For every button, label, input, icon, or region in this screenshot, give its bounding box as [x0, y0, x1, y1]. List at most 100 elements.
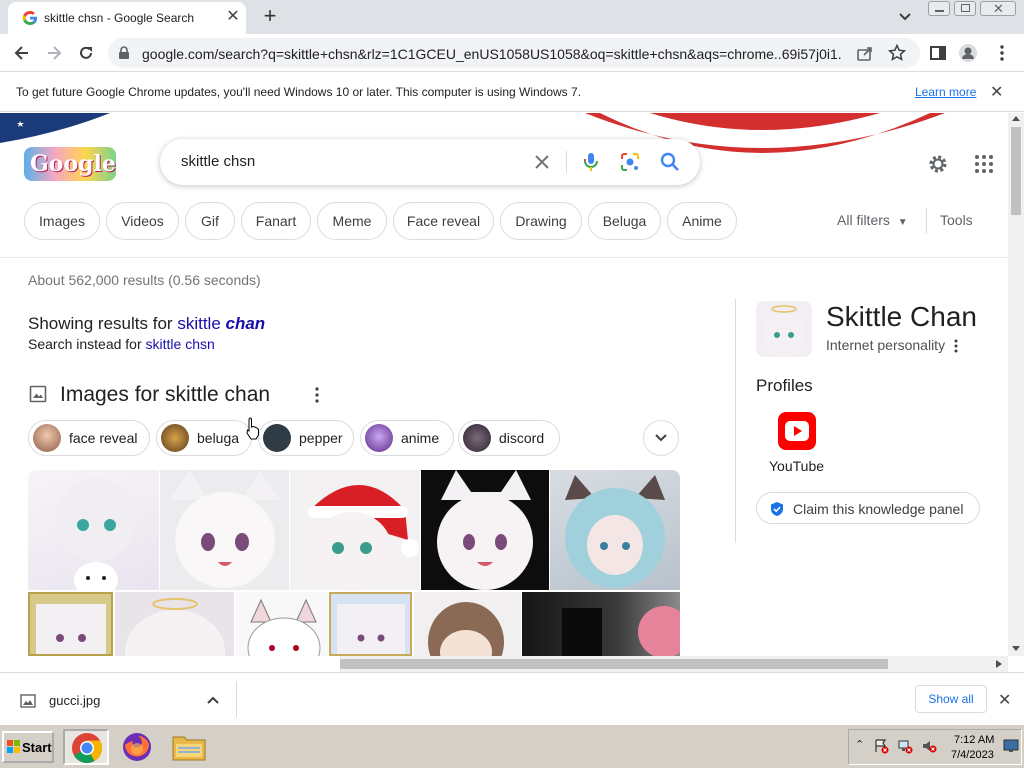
taskbar-firefox-button[interactable] — [116, 729, 162, 765]
search-instead-link[interactable]: skittle chsn — [146, 336, 215, 352]
bookmark-star-icon[interactable] — [888, 44, 906, 62]
pill-label: discord — [499, 430, 545, 446]
corrected-query-word2[interactable]: chan — [226, 314, 266, 333]
download-file-name[interactable]: gucci.jpg — [49, 693, 100, 708]
chrome-menu-icon[interactable] — [992, 43, 1012, 63]
search-query-text[interactable]: skittle chsn — [181, 153, 255, 170]
chip-videos[interactable]: Videos — [106, 202, 179, 240]
image-thumbnail[interactable] — [421, 470, 549, 590]
horizontal-scroll-thumb[interactable] — [340, 659, 888, 669]
voice-search-mic-icon[interactable] — [580, 151, 602, 173]
tab-search-chevron-icon[interactable] — [896, 8, 914, 26]
pill-label: pepper — [299, 430, 343, 446]
google-apps-grid-icon[interactable] — [974, 154, 994, 174]
clock-time[interactable]: 7:12 AM — [954, 734, 994, 746]
side-panel-icon[interactable] — [928, 43, 948, 63]
youtube-profile-link[interactable]: YouTube — [769, 458, 824, 474]
share-icon[interactable] — [856, 45, 874, 63]
minimize-button[interactable] — [928, 1, 950, 16]
new-tab-button[interactable]: + — [258, 5, 282, 29]
taskbar-explorer-button[interactable] — [168, 729, 214, 765]
chip-anime[interactable]: Anime — [667, 202, 737, 240]
learn-more-link[interactable]: Learn more — [915, 85, 976, 99]
volume-muted-icon[interactable] — [921, 738, 937, 754]
back-arrow-icon[interactable] — [12, 43, 32, 63]
image-thumbnail[interactable] — [550, 470, 680, 590]
vertical-scroll-thumb[interactable] — [1011, 127, 1021, 215]
profiles-heading: Profiles — [756, 376, 813, 395]
expand-pills-button[interactable] — [643, 420, 679, 456]
chevron-up-icon[interactable] — [206, 693, 220, 707]
images-heading[interactable]: Images for skittle chan — [60, 383, 270, 407]
vertical-scrollbar[interactable] — [1008, 113, 1024, 656]
address-bar[interactable]: google.com/search?q=skittle+chsn&rlz=1C1… — [108, 38, 920, 68]
chip-fanart[interactable]: Fanart — [241, 202, 311, 240]
image-thumbnail[interactable] — [236, 592, 328, 656]
chip-beluga[interactable]: Beluga — [588, 202, 661, 240]
chip-images[interactable]: Images — [24, 202, 100, 240]
restore-button[interactable] — [954, 1, 976, 16]
all-filters-button[interactable]: All filters ▼ — [837, 212, 908, 228]
image-thumbnail[interactable] — [522, 592, 680, 656]
start-button[interactable]: Start — [2, 731, 54, 763]
window-close-button[interactable]: ✕ — [980, 1, 1016, 16]
chip-face-reveal[interactable]: Face reveal — [393, 202, 494, 240]
scroll-up-arrow-icon[interactable] — [1012, 115, 1020, 123]
search-box[interactable]: skittle chsn — [160, 139, 700, 185]
scroll-gap — [0, 656, 340, 672]
forward-arrow-icon[interactable] — [44, 43, 64, 63]
action-center-flag-icon[interactable] — [873, 738, 889, 754]
tools-button[interactable]: Tools — [940, 212, 973, 228]
reload-icon[interactable] — [76, 43, 96, 63]
chip-meme[interactable]: Meme — [317, 202, 387, 240]
profile-avatar-icon[interactable] — [958, 43, 978, 63]
scroll-right-arrow-icon[interactable] — [995, 660, 1003, 668]
instead-prefix: Search instead for — [28, 336, 142, 352]
pill-pepper[interactable]: pepper — [258, 420, 354, 456]
image-thumbnail[interactable] — [414, 592, 521, 656]
scroll-down-arrow-icon[interactable] — [1012, 644, 1020, 652]
browser-tab[interactable]: skittle chsn - Google Search ✕ — [8, 2, 246, 34]
taskbar-chrome-button[interactable] — [63, 729, 109, 765]
pill-discord[interactable]: discord — [458, 420, 560, 456]
lock-icon[interactable] — [118, 46, 130, 60]
skittle-chan-avatar-image — [762, 305, 806, 357]
image-thumbnail[interactable] — [160, 470, 289, 590]
youtube-icon[interactable] — [778, 412, 816, 450]
pill-face-reveal[interactable]: face reveal — [28, 420, 150, 456]
anime-girl-image — [170, 470, 280, 588]
image-thumbnail[interactable] — [329, 592, 412, 656]
spelling-correction: Showing results for skittle chan — [28, 314, 265, 334]
horizontal-scrollbar[interactable] — [340, 656, 1008, 672]
corrected-query-word1[interactable]: skittle — [177, 314, 220, 333]
search-submit-icon[interactable] — [659, 151, 681, 173]
pill-avatar — [263, 424, 291, 452]
downloads-divider — [236, 681, 237, 717]
settings-gear-icon[interactable] — [926, 152, 950, 176]
clock-date[interactable]: 7/4/2023 — [951, 749, 994, 761]
pill-beluga[interactable]: beluga — [156, 420, 252, 456]
tab-close-icon[interactable]: ✕ — [224, 8, 242, 26]
image-thumbnail[interactable] — [290, 470, 420, 590]
image-thumbnail[interactable] — [28, 592, 113, 656]
claim-knowledge-panel-button[interactable]: Claim this knowledge panel — [756, 492, 980, 524]
knowledge-panel-image[interactable] — [756, 301, 812, 357]
show-desktop-monitor-icon[interactable] — [1003, 738, 1019, 754]
google-doodle-logo[interactable]: Google — [24, 147, 116, 181]
image-thumbnail[interactable] — [115, 592, 234, 656]
image-thumbnail[interactable] — [28, 470, 159, 590]
downloads-close-icon[interactable]: ✕ — [998, 690, 1011, 710]
logo-text: Google — [30, 151, 116, 177]
images-more-options-icon[interactable] — [310, 386, 324, 404]
infobar-close-icon[interactable]: ✕ — [990, 82, 1003, 102]
pill-anime[interactable]: anime — [360, 420, 454, 456]
show-hidden-icons-chevron-icon[interactable]: ⌃ — [855, 738, 864, 751]
chip-gif[interactable]: Gif — [185, 202, 235, 240]
show-all-downloads-button[interactable]: Show all — [915, 685, 987, 713]
kp-more-options-icon[interactable] — [952, 338, 960, 354]
network-icon[interactable] — [897, 738, 913, 754]
clear-search-icon[interactable] — [531, 151, 553, 173]
lens-camera-icon[interactable] — [619, 151, 641, 173]
pill-avatar — [365, 424, 393, 452]
chip-drawing[interactable]: Drawing — [500, 202, 582, 240]
